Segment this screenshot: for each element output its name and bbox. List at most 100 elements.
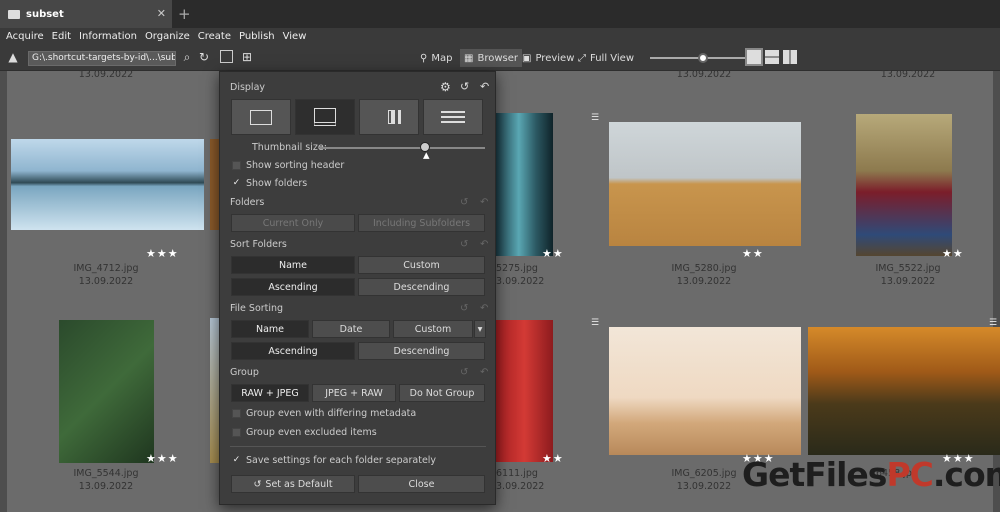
section-display: Display ⚙ ↺ ↶ — [230, 80, 489, 94]
section-folders: Folders ↺ ↶ — [230, 197, 488, 208]
thumbnail-img-6205[interactable] — [609, 327, 801, 455]
menu-edit[interactable]: Edit — [52, 31, 71, 42]
layout-single-icon[interactable] — [745, 48, 763, 66]
close-button[interactable]: Close — [358, 475, 485, 493]
reset-icon: ↺ — [460, 239, 469, 250]
thumbnail-img-6111[interactable] — [496, 320, 553, 462]
file-sort-custom-button[interactable]: Custom — [393, 320, 473, 338]
checkbox-box[interactable] — [232, 161, 241, 170]
file-sort-date-button[interactable]: Date — [312, 320, 390, 338]
save-settings-label: Save settings for each folder separately — [246, 455, 437, 466]
reset-icon: ↺ — [253, 478, 262, 490]
left-panel-edge[interactable] — [0, 71, 7, 512]
file-sort-name-button[interactable]: Name — [231, 320, 309, 338]
menu-organize[interactable]: Organize — [145, 31, 190, 42]
dialog-divider — [230, 446, 486, 447]
thumbnail-img-5544[interactable] — [59, 320, 154, 463]
group-badge-icon[interactable]: ☰ — [591, 318, 599, 328]
thumb-size-slider-handle[interactable] — [698, 53, 708, 63]
reset-icon[interactable]: ↺ — [460, 80, 469, 93]
fullview-icon: ⤢ — [578, 52, 586, 64]
thumbnail-partial-left[interactable] — [210, 139, 219, 230]
folder-up-icon[interactable]: ▲ — [6, 50, 20, 64]
new-folder-icon[interactable]: ⊞ — [240, 50, 254, 64]
menu-publish[interactable]: Publish — [239, 31, 275, 42]
thumbnail-img-5280[interactable] — [609, 122, 801, 246]
thumbnail-partial-left-2[interactable] — [210, 318, 219, 463]
menu-bar: Acquire Edit Information Organize Create… — [0, 28, 1000, 44]
checkbox-box[interactable] — [232, 428, 241, 437]
thumbnail-img-5522[interactable] — [856, 114, 952, 256]
watermark-text-pc: PC — [886, 455, 933, 494]
group-badge-icon[interactable]: ☰ — [591, 113, 599, 123]
thumbnail-img-6458[interactable] — [808, 327, 1000, 455]
undo-icon: ↶ — [480, 197, 489, 208]
rating-stars[interactable]: ★★ — [942, 247, 964, 260]
undo-icon[interactable]: ↶ — [480, 80, 489, 93]
show-sorting-header-checkbox[interactable]: Show sorting header — [232, 160, 344, 171]
undo-icon: ↶ — [480, 239, 489, 250]
tab-subset[interactable]: subset ✕ — [0, 0, 172, 28]
close-tab-icon[interactable]: ✕ — [157, 7, 166, 20]
display-mode-list-button[interactable] — [423, 99, 483, 135]
current-only-button[interactable]: Current Only — [231, 214, 355, 232]
reset-icon: ↺ — [460, 197, 469, 208]
checkbox-box[interactable] — [232, 409, 241, 418]
show-folders-checkbox[interactable]: ✓ Show folders — [232, 178, 307, 189]
save-settings-checkbox[interactable]: ✓ Save settings for each folder separate… — [232, 455, 436, 466]
rating-stars[interactable]: ★★ — [542, 452, 564, 465]
display-options-icon[interactable] — [220, 50, 233, 63]
file-sort-custom-dropdown[interactable]: ▾ — [474, 320, 486, 338]
group-excluded-items-checkbox[interactable]: Group even excluded items — [232, 427, 377, 438]
rating-stars[interactable]: ★★★ — [146, 452, 179, 465]
view-map-button[interactable]: ⚲ Map — [416, 49, 456, 67]
sort-folders-descending-button[interactable]: Descending — [358, 278, 485, 296]
settings-gear-icon[interactable]: ⚙ — [440, 80, 451, 94]
set-as-default-button[interactable]: ↺ Set as Default — [231, 475, 355, 493]
menu-view[interactable]: View — [283, 31, 307, 42]
layout-columns-icon[interactable] — [783, 50, 797, 64]
checkmark-icon[interactable]: ✓ — [232, 179, 241, 188]
new-tab-button[interactable]: + — [178, 5, 191, 23]
thumbnail-img-4712[interactable] — [11, 139, 204, 230]
file-date: 13.09.2022 — [676, 276, 732, 287]
layout-rows-icon[interactable] — [765, 50, 779, 64]
reset-icon: ↺ — [460, 303, 469, 314]
view-full-button[interactable]: ⤢ Full View — [574, 49, 638, 67]
menu-information[interactable]: Information — [79, 31, 137, 42]
thumb-details-icon — [377, 110, 401, 124]
thumbnail-img-5275[interactable] — [496, 113, 553, 256]
view-browser-button[interactable]: ▦ Browser — [460, 49, 522, 67]
sort-folders-name-button[interactable]: Name — [231, 256, 355, 274]
display-mode-details-button[interactable] — [359, 99, 419, 135]
rating-stars[interactable]: ★★★ — [146, 247, 179, 260]
top-date-3: 13.09.2022 — [880, 69, 936, 80]
display-mode-thumb-caption-button[interactable] — [295, 99, 355, 135]
top-date-2: 13.09.2022 — [676, 69, 732, 80]
menu-acquire[interactable]: Acquire — [6, 31, 44, 42]
group-differing-metadata-checkbox[interactable]: Group even with differing metadata — [232, 408, 416, 419]
rating-stars[interactable]: ★★ — [542, 247, 564, 260]
including-subfolders-button[interactable]: Including Subfolders — [358, 214, 485, 232]
do-not-group-button[interactable]: Do Not Group — [399, 384, 485, 402]
sort-folders-ascending-button[interactable]: Ascending — [231, 278, 355, 296]
file-name: IMG_5522.jpg — [875, 263, 941, 274]
preview-icon: ▣ — [522, 52, 532, 64]
search-icon[interactable]: ⌕ — [180, 50, 194, 64]
watermark-logo: GetFilesPC.com — [742, 455, 1000, 494]
menu-create[interactable]: Create — [198, 31, 231, 42]
thumbnail-size-slider[interactable] — [320, 147, 485, 149]
view-preview-button[interactable]: ▣ Preview — [518, 49, 578, 67]
rating-stars[interactable]: ★★ — [742, 247, 764, 260]
checkmark-icon[interactable]: ✓ — [232, 456, 241, 465]
file-sort-descending-button[interactable]: Descending — [358, 342, 485, 360]
path-field[interactable]: G:\.shortcut-targets-by-id\...\subset — [28, 51, 176, 66]
group-raw-jpeg-button[interactable]: RAW + JPEG — [231, 384, 309, 402]
file-name: 6111.jpg — [496, 468, 538, 479]
display-mode-large-button[interactable] — [231, 99, 291, 135]
group-jpeg-raw-button[interactable]: JPEG + RAW — [312, 384, 396, 402]
sort-folders-custom-button[interactable]: Custom — [358, 256, 485, 274]
file-sort-ascending-button[interactable]: Ascending — [231, 342, 355, 360]
refresh-icon[interactable]: ↻ — [197, 50, 211, 64]
thumb-caption-icon — [314, 108, 336, 126]
